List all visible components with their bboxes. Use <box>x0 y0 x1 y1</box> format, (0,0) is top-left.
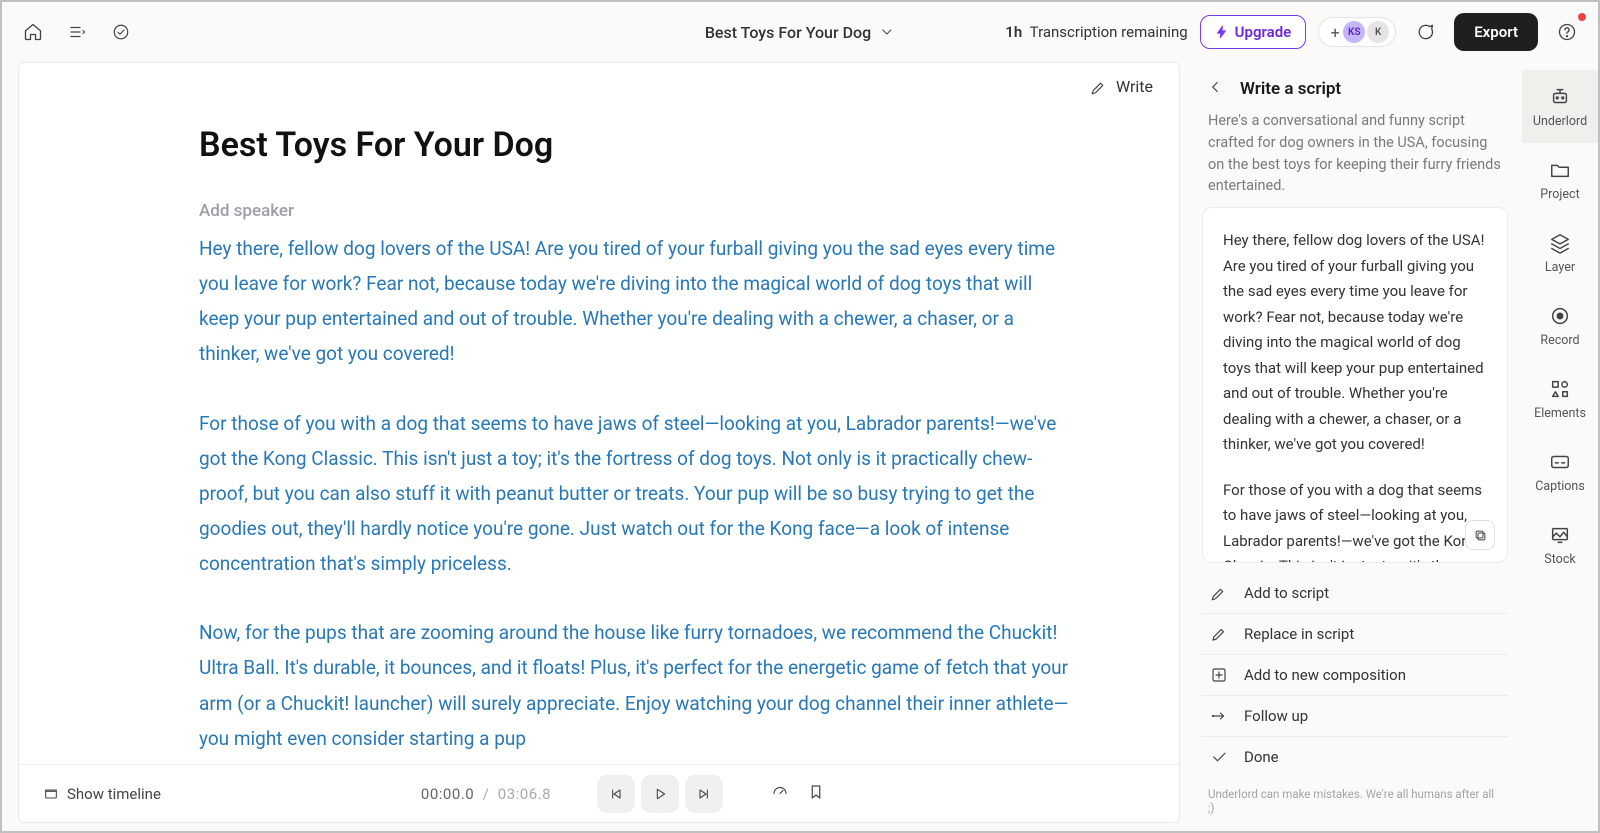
add-speaker-button[interactable]: Add speaker <box>199 201 1069 221</box>
skip-forward-button[interactable] <box>685 775 723 813</box>
speed-icon[interactable] <box>771 783 789 805</box>
play-button[interactable] <box>641 775 679 813</box>
done-button[interactable]: Done <box>1202 736 1508 777</box>
back-arrow-icon[interactable] <box>1206 78 1224 100</box>
show-timeline-button[interactable]: Show timeline <box>43 785 161 803</box>
script-preview-card: Hey there, fellow dog lovers of the USA!… <box>1202 207 1508 563</box>
follow-up-button[interactable]: Follow up <box>1202 695 1508 736</box>
comments-icon[interactable] <box>1408 15 1442 49</box>
home-icon[interactable] <box>16 15 50 49</box>
document-title: Best Toys For Your Dog <box>705 23 871 42</box>
avatar: K <box>1367 21 1389 43</box>
upgrade-button[interactable]: Upgrade <box>1200 15 1307 49</box>
timeline-icon <box>43 786 59 802</box>
inspector-intro: Here's a conversational and funny script… <box>1188 110 1522 207</box>
playback-time: 00:00.0 / 03:06.8 <box>421 785 551 803</box>
notification-dot <box>1578 13 1586 21</box>
layers-icon <box>1549 232 1571 254</box>
add-to-new-composition-button[interactable]: Add to new composition <box>1202 654 1508 695</box>
transcript-paragraph[interactable]: Now, for the pups that are zooming aroun… <box>199 615 1069 756</box>
chevron-down-icon <box>879 24 895 40</box>
arrow-right-icon <box>1210 707 1228 725</box>
transcript-paragraph[interactable]: For those of you with a dog that seems t… <box>199 406 1069 582</box>
rail-captions[interactable]: Captions <box>1522 435 1598 508</box>
rail-underlord[interactable]: Underlord <box>1522 70 1598 143</box>
rail-stock[interactable]: Stock <box>1522 508 1598 581</box>
rail-layer[interactable]: Layer <box>1522 216 1598 289</box>
help-icon[interactable] <box>1550 15 1584 49</box>
replace-in-script-button[interactable]: Replace in script <box>1202 613 1508 654</box>
collaborators[interactable]: + KS K <box>1318 17 1396 47</box>
transcription-remaining: 1h Transcription remaining <box>1005 23 1187 41</box>
rail-project[interactable]: Project <box>1522 143 1598 216</box>
menu-icon[interactable] <box>60 15 94 49</box>
copy-script-button[interactable] <box>1465 520 1495 550</box>
elements-icon <box>1549 378 1571 400</box>
export-button[interactable]: Export <box>1454 13 1538 51</box>
page-title[interactable]: Best Toys For Your Dog <box>199 125 1069 165</box>
document-title-dropdown[interactable]: Best Toys For Your Dog <box>705 23 895 42</box>
record-icon <box>1549 305 1571 327</box>
script-paragraph: Hey there, fellow dog lovers of the USA!… <box>1223 228 1487 458</box>
pen-icon <box>1210 584 1228 602</box>
write-button[interactable]: Write <box>1090 77 1153 96</box>
rail-record[interactable]: Record <box>1522 289 1598 362</box>
check-icon <box>1210 748 1228 766</box>
pen-icon <box>1090 78 1108 96</box>
stock-icon <box>1549 524 1571 546</box>
captions-icon <box>1549 451 1571 473</box>
edit-icon <box>1210 625 1228 643</box>
robot-icon <box>1549 86 1571 108</box>
inspector-title: Write a script <box>1240 79 1341 99</box>
folder-icon <box>1549 159 1571 181</box>
transcript-paragraph[interactable]: Hey there, fellow dog lovers of the USA!… <box>199 231 1069 372</box>
script-paragraph: For those of you with a dog that seems t… <box>1223 478 1487 564</box>
skip-back-button[interactable] <box>597 775 635 813</box>
avatar: KS <box>1343 21 1365 43</box>
add-composition-icon <box>1210 666 1228 684</box>
disclaimer-text: Underlord can make mistakes. We're all h… <box>1188 777 1522 825</box>
rail-elements[interactable]: Elements <box>1522 362 1598 435</box>
check-circle-icon[interactable] <box>104 15 138 49</box>
add-to-script-button[interactable]: Add to script <box>1202 573 1508 613</box>
add-collaborator-icon[interactable]: + <box>1325 22 1345 42</box>
bookmark-icon[interactable] <box>807 783 825 805</box>
